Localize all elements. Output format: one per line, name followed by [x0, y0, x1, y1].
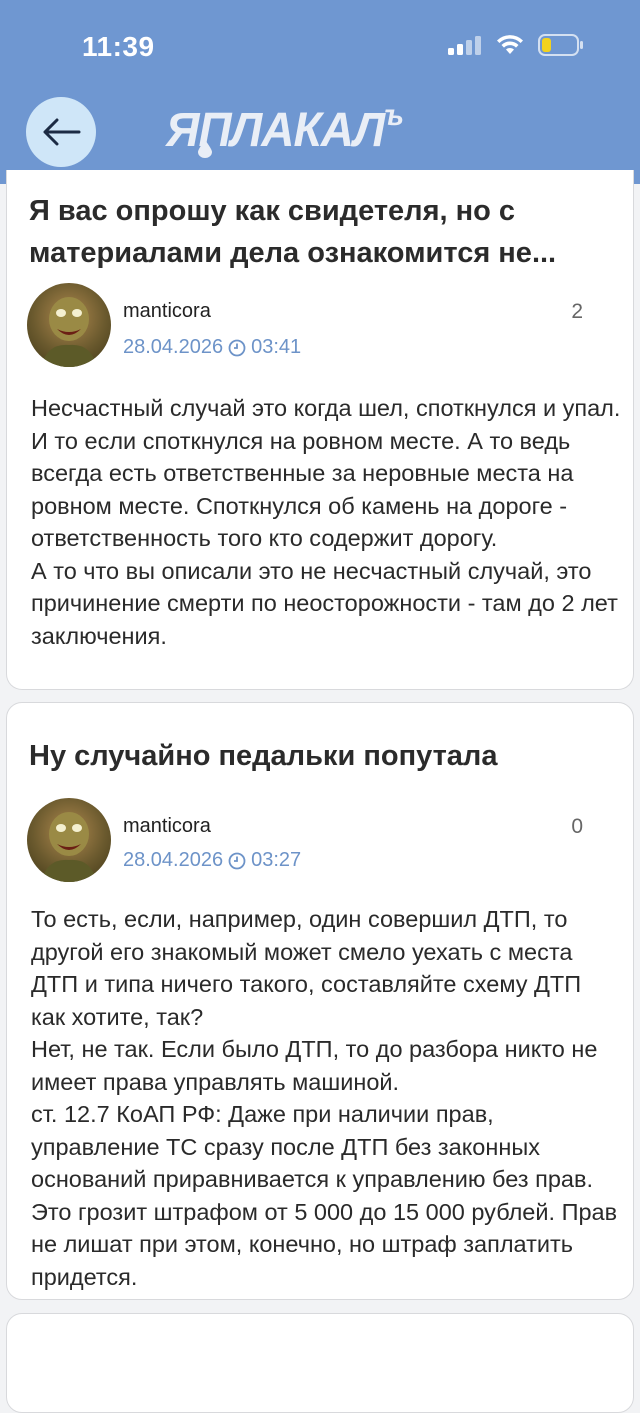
site-logo-sup: ъ: [384, 98, 404, 132]
avatar[interactable]: [27, 283, 111, 367]
author-name[interactable]: manticora: [123, 815, 211, 838]
post-card: [6, 1313, 634, 1413]
post-time: 03:41: [251, 336, 302, 358]
author-name[interactable]: manticora: [123, 300, 211, 323]
battery-icon: [538, 34, 583, 56]
arrow-left-icon: [43, 118, 81, 146]
post-card: Я вас опрошу как свидетеля, но с материа…: [6, 170, 634, 690]
clock-icon: [228, 339, 246, 356]
avatar-image-icon: [41, 812, 97, 882]
logo-drop-icon: [198, 140, 212, 158]
post-score: 2: [571, 300, 583, 323]
post-time: 03:27: [251, 849, 302, 871]
status-time: 11:39: [82, 31, 155, 62]
post-body: То есть, если, например, один совершил Д…: [31, 906, 618, 1290]
avatar-image-icon: [41, 297, 97, 367]
back-button[interactable]: [26, 97, 96, 167]
post-score: 0: [571, 815, 583, 838]
post-date: 28.04.2026 03:27: [123, 849, 301, 872]
avatar[interactable]: [27, 798, 111, 882]
cellular-signal-icon: [448, 36, 481, 55]
post-date-value: 28.04.2026: [123, 849, 224, 871]
wifi-icon: [497, 35, 523, 54]
clock-icon: [228, 852, 246, 869]
post-card: Ну случайно педальки попутала manticora …: [6, 702, 634, 1300]
status-icons: [448, 34, 584, 56]
post-date-value: 28.04.2026: [123, 336, 224, 358]
post-body: Несчастный случай это когда шел, споткну…: [31, 395, 621, 649]
post-title[interactable]: Я вас опрошу как свидетеля, но с материа…: [29, 190, 619, 274]
post-date: 28.04.2026 03:41: [123, 336, 301, 359]
app-header: 11:39 ЯПЛАКАЛъ: [0, 0, 640, 184]
post-title[interactable]: Ну случайно педальки попутала: [29, 735, 619, 777]
